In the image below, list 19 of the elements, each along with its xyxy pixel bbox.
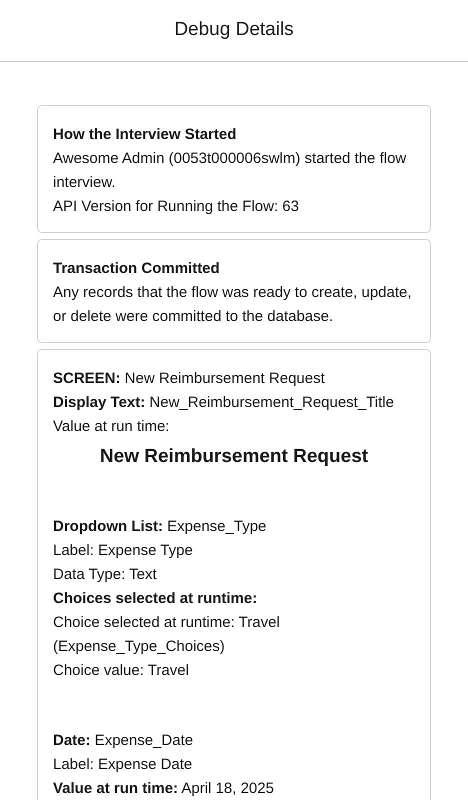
- detail-text: Value at run time:: [53, 417, 170, 437]
- detail-text: Dropdown List: Expense_Type: [53, 517, 268, 537]
- detail-text: Date: Expense_Date: [53, 731, 194, 751]
- card-text: API Version for Running the Flow: 63: [53, 197, 300, 217]
- detail-text: Choice selected at runtime: Travel (Expense_Type_Choices): [53, 613, 281, 657]
- page-title: Debug Details: [174, 18, 294, 42]
- display-title: New Reimbursement Request: [98, 445, 370, 469]
- detail-text: Display Text: New_Reimbursement_Request_Title: [53, 393, 395, 413]
- detail-text: Label: Expense Type: [53, 541, 194, 561]
- detail-text: SCREEN: New Reimbursement Request: [53, 369, 326, 389]
- detail-text: Label: Expense Date: [53, 755, 194, 775]
- card-heading: Transaction Committed: [53, 259, 221, 279]
- detail-text: Value at run time: April 18, 2025: [53, 779, 275, 799]
- detail-subheading: Choices selected at runtime:: [53, 589, 258, 609]
- card-heading: How the Interview Started: [53, 125, 238, 145]
- card-text: Any records that the flow was ready to create, update, or delete were committed to the database.: [53, 283, 413, 327]
- detail-text: Choice value: Travel: [53, 661, 190, 681]
- card-text: Awesome Admin (0053t000006swlm) started the flow interview.: [53, 149, 408, 193]
- detail-text: Data Type: Text: [53, 565, 158, 585]
